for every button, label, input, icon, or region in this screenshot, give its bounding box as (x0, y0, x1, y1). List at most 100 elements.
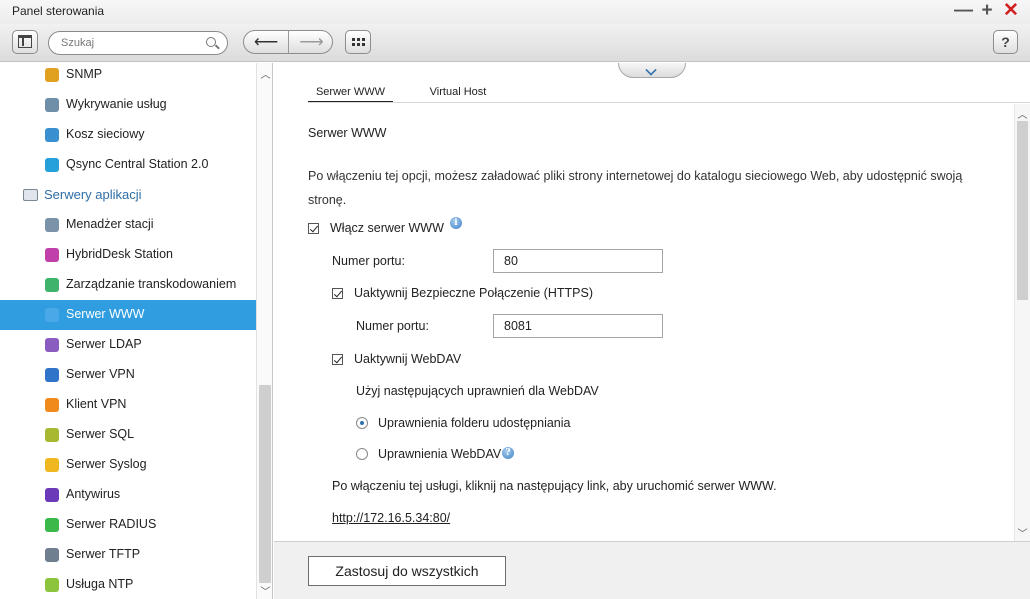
sidebar-category-serwery-aplikacji[interactable]: Serwery aplikacji (0, 180, 256, 210)
enable-www-checkbox[interactable] (308, 223, 319, 234)
web-server-link[interactable]: http://172.16.5.34:80/ (332, 511, 450, 525)
apps-grid-icon (352, 38, 365, 46)
sidebar-item-zarzadzanie-transkodowaniem[interactable]: Zarządzanie transkodowaniem (0, 270, 256, 300)
sync-icon (45, 158, 59, 172)
sidebar-item-serwer-www[interactable]: Serwer WWW (0, 300, 256, 330)
chevron-down-icon (645, 64, 657, 76)
sidebar-item-kosz-sieciowy[interactable]: Kosz sieciowy (0, 120, 256, 150)
close-icon[interactable]: ✕ (1002, 1, 1020, 21)
port-label: Numer portu: (332, 254, 405, 268)
sidebar-item-label: Serwer RADIUS (66, 517, 157, 531)
sidebar-item-label: Serwer VPN (66, 367, 135, 381)
sidebar-item-serwer-syslog[interactable]: Serwer Syslog (0, 450, 256, 480)
sidebar-item-label: Serwer TFTP (66, 547, 141, 561)
sidebar-item-serwer-radius[interactable]: Serwer RADIUS (0, 510, 256, 540)
hybriddesk-icon (45, 248, 59, 262)
scroll-up-icon[interactable]: ︿ (260, 66, 271, 81)
bar-chart-icon (45, 68, 59, 82)
maximize-icon[interactable]: + (978, 1, 996, 21)
sidebar-item-antywirus[interactable]: Antywirus (0, 480, 256, 510)
help-button[interactable]: ? (993, 30, 1018, 54)
toolbar: ⟵ ⟶ ? (0, 24, 1030, 62)
sidebar-layout-icon (18, 35, 32, 48)
https-port-field[interactable] (493, 314, 663, 338)
footer-bar: Zastosuj do wszystkich (274, 541, 1030, 599)
link-hint: Po włączeniu tej usługi, kliknij na nast… (332, 479, 777, 493)
sidebar-item-serwer-tftp[interactable]: Serwer TFTP (0, 540, 256, 570)
help-info-icon[interactable]: ? (502, 447, 514, 459)
sidebar-item-label: Serwer SQL (66, 427, 135, 441)
enable-www-label[interactable]: Włącz serwer WWW (330, 221, 444, 235)
ldap-icon (45, 338, 59, 352)
tab-web-server[interactable]: Serwer WWW (308, 81, 393, 103)
enable-webdav-checkbox[interactable] (332, 354, 343, 365)
sidebar-item-wykrywanie-uslug[interactable]: Wykrywanie usług (0, 90, 256, 120)
sidebar-item-label: Klient VPN (66, 397, 127, 411)
sidebar-item-hybriddesk-station[interactable]: HybridDesk Station (0, 240, 256, 270)
port-field[interactable] (493, 249, 663, 273)
sidebar-item-label: Serwer WWW (66, 307, 145, 321)
settings-content: Serwer WWW Po włączeniu tej opcji, możes… (274, 104, 1014, 541)
antivirus-icon (45, 488, 59, 502)
sidebar-scrollbar[interactable]: ︿ ﹀ (256, 63, 272, 599)
navigation-buttons: ⟵ ⟶ (243, 30, 333, 54)
search-input[interactable] (61, 35, 201, 51)
vpn-client-icon (45, 398, 59, 412)
search-box[interactable] (48, 31, 228, 55)
section-title: Serwer WWW (308, 126, 387, 140)
sql-server-icon (45, 428, 59, 442)
title-bar: Panel sterowania — + ✕ (0, 0, 1030, 24)
sidebar: SNMP Wykrywanie usług Kosz sieciowy Qsync C… (0, 63, 273, 599)
sidebar-item-label: Kosz sieciowy (66, 127, 145, 141)
sidebar-item-serwer-sql[interactable]: Serwer SQL (0, 420, 256, 450)
sidebar-item-label: Usługa NTP (66, 577, 134, 591)
tab-virtual-host[interactable]: Virtual Host (413, 81, 503, 103)
sidebar-item-klient-vpn[interactable]: Klient VPN (0, 390, 256, 420)
https-port-input[interactable] (494, 315, 662, 337)
window-title: Panel sterowania (12, 4, 105, 18)
sidebar-item-label: SNMP (66, 67, 103, 81)
port-input[interactable] (494, 250, 662, 272)
station-manager-icon (45, 218, 59, 232)
syslog-icon (45, 458, 59, 472)
enable-https-label[interactable]: Uaktywnij Bezpieczne Połączenie (HTTPS) (354, 286, 593, 300)
collapse-header-button[interactable] (618, 63, 686, 78)
content-scrollbar[interactable]: ︿ ﹀ (1014, 104, 1030, 541)
sidebar-item-serwer-vpn[interactable]: Serwer VPN (0, 360, 256, 390)
sidebar-item-serwer-ldap[interactable]: Serwer LDAP (0, 330, 256, 360)
webdav-permissions-radio[interactable] (356, 448, 368, 460)
server-category-icon (23, 189, 38, 201)
scroll-down-icon[interactable]: ﹀ (260, 583, 271, 598)
enable-https-checkbox[interactable] (332, 288, 343, 299)
scroll-up-icon[interactable]: ︿ (1017, 106, 1028, 121)
content-scroll-thumb[interactable] (1017, 121, 1028, 300)
sidebar-scroll-thumb[interactable] (259, 385, 271, 583)
sidebar-toggle-button[interactable] (12, 30, 38, 54)
folder-permissions-radio[interactable] (356, 417, 368, 429)
sidebar-item-label: Serwery aplikacji (44, 187, 142, 202)
sidebar-item-usluga-ntp[interactable]: Usługa NTP (0, 570, 256, 599)
sidebar-item-label: Menadżer stacji (66, 217, 154, 231)
sidebar-item-snmp[interactable]: SNMP (0, 63, 256, 90)
sidebar-item-label: Antywirus (66, 487, 121, 501)
radius-icon (45, 518, 59, 532)
info-icon[interactable]: i (450, 217, 462, 229)
ntp-clock-icon (45, 578, 59, 592)
https-port-label: Numer portu: (356, 319, 429, 333)
arrow-left-icon: ⟵ (253, 32, 279, 51)
back-button[interactable]: ⟵ (244, 31, 289, 53)
webdav-permissions-label[interactable]: Uprawnienia WebDAV (378, 447, 501, 461)
arrow-right-icon: ⟶ (299, 32, 324, 51)
forward-button[interactable]: ⟶ (289, 31, 332, 53)
sidebar-item-qsync-central-station-2-0[interactable]: Qsync Central Station 2.0 (0, 150, 256, 180)
enable-webdav-label[interactable]: Uaktywnij WebDAV (354, 352, 461, 366)
discovery-icon (45, 98, 59, 112)
scroll-down-icon[interactable]: ﹀ (1017, 525, 1028, 540)
folder-permissions-label[interactable]: Uprawnienia folderu udostępniania (378, 416, 571, 430)
vpn-server-icon (45, 368, 59, 382)
minimize-icon[interactable]: — (954, 1, 973, 21)
search-icon[interactable] (206, 37, 216, 47)
apply-all-button[interactable]: Zastosuj do wszystkich (308, 556, 506, 586)
apps-button[interactable] (345, 30, 371, 54)
sidebar-item-menadzer-stacji[interactable]: Menadżer stacji (0, 210, 256, 240)
